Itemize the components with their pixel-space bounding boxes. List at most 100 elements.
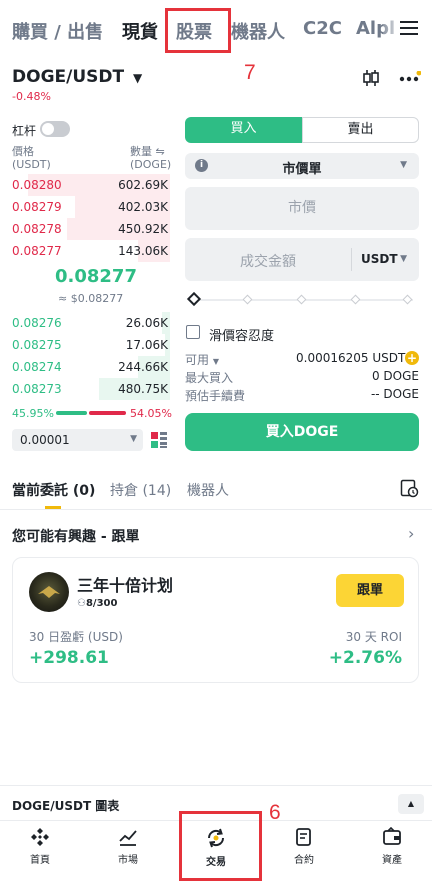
buy-tab[interactable]: 買入 — [185, 117, 302, 143]
leverage-label: 杠杆 — [12, 124, 37, 138]
pnl-label: 30 日盈虧 (USD) — [29, 630, 123, 644]
ask-row[interactable]: 0.08278 450.92K — [0, 218, 170, 240]
annotation-box-trade — [179, 811, 262, 881]
nav-label: 首頁 — [30, 855, 50, 866]
bid-row[interactable]: 0.08274 244.66K — [0, 356, 170, 378]
ask-row[interactable]: 0.08277 143.06K — [0, 240, 170, 262]
caret-down-icon: ▼ — [130, 434, 137, 444]
price-header: 價格 — [12, 145, 34, 158]
pair-selector[interactable]: DOGE/USDT ▼ — [12, 67, 142, 87]
people-icon: ⚇ — [77, 598, 86, 609]
copy-trade-card[interactable]: 三年十倍计划 ⚇8/300 跟單 30 日盈虧 (USD) 30 天 ROI +… — [12, 557, 419, 683]
ask-price: 0.08277 — [12, 244, 62, 258]
pair-name: DOGE/USDT — [12, 67, 125, 87]
ask-row[interactable]: 0.08279 402.03K — [0, 196, 170, 218]
bid-row[interactable]: 0.08276 26.06K — [0, 312, 170, 334]
slippage-label[interactable]: 滑價容忍度 — [209, 325, 274, 344]
qty-header[interactable]: 數量 ⇋ — [130, 143, 165, 159]
trader-avatar — [29, 572, 69, 612]
chevron-up-icon[interactable]: ▲ — [398, 794, 424, 814]
sell-ratio: 54.05% — [130, 407, 172, 420]
annotation-box-stocks — [165, 8, 231, 53]
slippage-checkbox[interactable] — [186, 325, 200, 339]
available-label[interactable]: 可用 ▼ — [185, 351, 219, 368]
buy-ratio: 45.95% — [12, 407, 54, 420]
bid-qty: 17.06K — [125, 338, 168, 352]
chevron-right-icon[interactable]: › — [408, 524, 414, 543]
bid-row[interactable]: 0.08275 17.06K — [0, 334, 170, 356]
field-divider — [351, 248, 352, 271]
chart-bar-label: DOGE/USDT 圖表 — [12, 799, 120, 813]
precision-select[interactable]: 0.00001 ▼ — [12, 429, 143, 451]
tab-bots-orders[interactable]: 機器人 — [187, 480, 229, 500]
order-type-select[interactable]: i 市價單 ▼ — [185, 153, 419, 179]
amount-unit[interactable]: USDT — [361, 252, 398, 266]
more-options-icon[interactable] — [399, 70, 422, 89]
ask-price: 0.08278 — [12, 222, 62, 236]
qty-unit: (DOGE) — [130, 158, 172, 171]
order-type-value: 市價單 — [282, 162, 322, 177]
tab-spot[interactable]: 現貨 — [122, 18, 158, 44]
slider-step-25[interactable] — [242, 294, 253, 305]
price-unit: (USDT) — [12, 158, 51, 171]
ask-qty: 402.03K — [118, 200, 168, 214]
slider-handle[interactable] — [186, 291, 202, 307]
copy-trade-section-title: 您可能有興趣 - 跟單 — [12, 529, 140, 545]
ask-row[interactable]: 0.08280 602.69K — [0, 174, 170, 196]
amount-field[interactable]: 成交金額 USDT ▼ — [185, 238, 419, 281]
buy-doge-button[interactable]: 買入DOGE — [185, 413, 419, 451]
tab-positions[interactable]: 持倉 (14) — [110, 480, 171, 500]
bid-qty: 26.06K — [125, 316, 168, 330]
divider — [0, 509, 432, 510]
ask-price: 0.08280 — [12, 178, 62, 192]
nav-label: 資產 — [382, 855, 402, 866]
caret-down-icon: ▼ — [400, 254, 407, 264]
tab-current-orders[interactable]: 當前委託 (0) — [12, 480, 95, 500]
nav-label: 市場 — [118, 855, 138, 866]
futures-contract-icon — [269, 827, 339, 847]
toggle-knob — [42, 123, 54, 135]
leverage-toggle[interactable] — [40, 121, 70, 137]
bid-row[interactable]: 0.08273 480.75K — [0, 378, 170, 400]
bid-qty: 244.66K — [118, 360, 168, 374]
sell-tab[interactable]: 賣出 — [302, 117, 419, 143]
slider-step-100[interactable] — [402, 294, 413, 305]
bid-price: 0.08276 — [12, 316, 62, 330]
slider-step-75[interactable] — [350, 294, 361, 305]
candlestick-icon[interactable] — [362, 68, 380, 92]
amount-slider[interactable] — [186, 291, 413, 307]
annotation-number-7: 7 — [244, 61, 256, 84]
nav-home[interactable]: 首頁 — [5, 827, 75, 866]
nav-assets[interactable]: 資產 — [357, 827, 427, 866]
nav-market[interactable]: 市場 — [93, 827, 163, 866]
market-chart-icon — [93, 827, 163, 847]
add-funds-icon[interactable]: + — [405, 351, 419, 365]
order-history-icon[interactable] — [400, 479, 419, 502]
tab-buy-sell[interactable]: 購買 / 出售 — [12, 18, 103, 44]
roi-label: 30 天 ROI — [345, 630, 402, 644]
nav-futures[interactable]: 合約 — [269, 827, 339, 866]
pnl-value: +298.61 — [29, 648, 109, 668]
fee-label: 預估手續費 — [185, 389, 246, 403]
slider-step-50[interactable] — [296, 294, 307, 305]
ask-qty: 602.69K — [118, 178, 168, 192]
wallet-icon — [357, 827, 427, 847]
menu-icon[interactable] — [400, 20, 418, 40]
bid-price: 0.08273 — [12, 382, 62, 396]
home-icon — [5, 827, 75, 847]
price-change: -0.48% — [12, 90, 51, 103]
roi-value: +2.76% — [328, 648, 402, 668]
bid-qty: 480.75K — [118, 382, 168, 396]
orderbook-layout-icon[interactable] — [150, 431, 168, 453]
bid-price: 0.08274 — [12, 360, 62, 374]
trader-name: 三年十倍计划 — [77, 576, 174, 595]
price-field[interactable]: 市價 — [185, 187, 419, 230]
tab-c2c[interactable]: C2C — [303, 18, 342, 39]
available-value: 0.00016205 USDT — [296, 351, 406, 365]
ask-qty: 143.06K — [118, 244, 168, 258]
fee-value: -- DOGE — [370, 387, 419, 401]
tab-bots[interactable]: 機器人 — [231, 18, 285, 44]
caret-down-icon: ▼ — [133, 71, 143, 85]
follow-button[interactable]: 跟單 — [336, 574, 404, 607]
bid-price: 0.08275 — [12, 338, 62, 352]
